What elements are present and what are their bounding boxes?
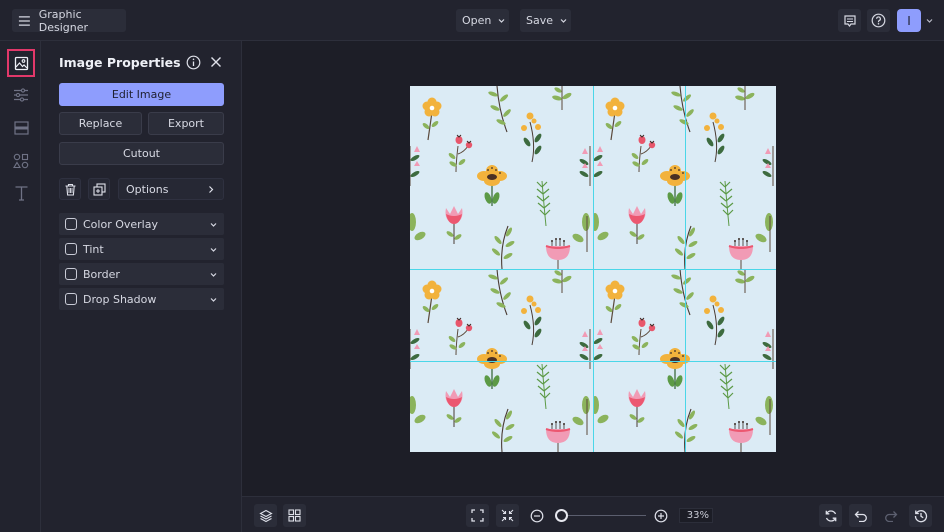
save-button[interactable]: Save — [520, 9, 571, 32]
save-label: Save — [526, 14, 554, 27]
refresh-button[interactable] — [819, 504, 842, 527]
undo-button[interactable] — [849, 504, 872, 527]
effect-color-overlay[interactable]: Color Overlay — [59, 213, 224, 235]
color-overlay-checkbox[interactable] — [65, 218, 77, 230]
chevron-down-icon — [560, 19, 567, 23]
effect-drop-shadow[interactable]: Drop Shadow — [59, 288, 224, 310]
effect-tint[interactable]: Tint — [59, 238, 224, 260]
replace-button[interactable]: Replace — [59, 112, 142, 135]
cutout-button[interactable]: Cutout — [59, 142, 224, 165]
info-icon — [186, 55, 200, 69]
chevron-right-icon — [209, 185, 214, 193]
rail-item-layout[interactable] — [7, 114, 35, 142]
grid-icon — [288, 509, 301, 522]
zoom-in-icon — [654, 509, 667, 522]
close-icon — [211, 57, 221, 67]
shapes-icon — [13, 153, 29, 169]
history-icon — [914, 509, 927, 522]
redo-icon — [884, 510, 897, 522]
grid-guide-horizontal — [410, 361, 776, 362]
layers-button[interactable] — [254, 504, 277, 527]
app-title: Graphic Designer — [38, 7, 89, 34]
bottom-toolbar: 33% — [242, 496, 944, 532]
chevron-down-icon — [210, 272, 217, 277]
refresh-icon — [825, 509, 836, 522]
chevron-down-icon[interactable] — [925, 16, 934, 25]
effect-label: Drop Shadow — [83, 292, 157, 306]
trash-icon — [65, 183, 75, 196]
zoom-slider-thumb[interactable] — [555, 509, 568, 522]
chevron-down-icon — [498, 19, 505, 23]
chevron-down-icon — [210, 247, 217, 252]
comments-button[interactable] — [838, 9, 861, 32]
zoom-percentage[interactable]: 33% — [679, 508, 713, 523]
image-icon — [14, 56, 28, 70]
user-avatar[interactable]: I — [897, 9, 921, 32]
image-properties-panel: Image Properties Edit Image Replace Expo… — [41, 41, 242, 532]
help-icon — [871, 13, 886, 28]
top-bar: Graphic Designer Open Save I — [0, 0, 944, 41]
undo-icon — [854, 510, 867, 522]
collapse-icon — [501, 509, 514, 522]
open-label: Open — [462, 14, 492, 27]
duplicate-icon — [92, 182, 106, 196]
export-button[interactable]: Export — [148, 112, 224, 135]
effect-label: Border — [83, 267, 120, 281]
panel-title: Image Properties — [59, 55, 181, 70]
grid-view-button[interactable] — [283, 504, 306, 527]
info-button[interactable] — [185, 54, 201, 70]
comment-icon — [843, 14, 856, 27]
help-button[interactable] — [867, 9, 890, 32]
effect-border[interactable]: Border — [59, 263, 224, 285]
zoom-out-button[interactable] — [525, 504, 548, 527]
drop-shadow-checkbox[interactable] — [65, 293, 77, 305]
expand-icon — [471, 509, 484, 522]
zoom-in-button[interactable] — [649, 504, 672, 527]
tool-rail — [0, 41, 41, 532]
layout-icon — [13, 121, 29, 135]
effect-label: Tint — [83, 242, 104, 256]
hamburger-icon — [18, 15, 30, 26]
text-icon — [15, 186, 27, 201]
rail-item-graphics[interactable] — [7, 147, 35, 175]
edit-image-button[interactable]: Edit Image — [59, 83, 224, 106]
zoom-out-icon — [530, 509, 543, 522]
zoom-slider-track[interactable] — [559, 515, 646, 516]
rail-item-text[interactable] — [7, 179, 35, 207]
chevron-down-icon — [210, 222, 217, 227]
open-button[interactable]: Open — [456, 9, 509, 32]
main-menu-button[interactable]: Graphic Designer — [12, 7, 126, 34]
close-panel-button[interactable] — [208, 54, 224, 70]
rail-item-adjustments[interactable] — [7, 81, 35, 109]
options-button[interactable]: Options — [118, 178, 224, 200]
effect-label: Color Overlay — [83, 217, 158, 231]
tint-checkbox[interactable] — [65, 243, 77, 255]
duplicate-button[interactable] — [88, 178, 110, 200]
border-checkbox[interactable] — [65, 268, 77, 280]
options-label: Options — [126, 182, 169, 196]
history-button[interactable] — [909, 504, 932, 527]
redo-button[interactable] — [879, 504, 902, 527]
fit-to-screen-button[interactable] — [466, 504, 489, 527]
shrink-button[interactable] — [496, 504, 519, 527]
pattern-tile — [410, 86, 593, 276]
chevron-down-icon — [210, 297, 217, 302]
layers-icon — [258, 509, 273, 522]
rail-item-image[interactable] — [7, 49, 35, 77]
artboard-image[interactable] — [410, 86, 776, 452]
delete-button[interactable] — [59, 178, 81, 200]
grid-guide-horizontal — [410, 269, 776, 270]
sliders-icon — [14, 88, 28, 102]
